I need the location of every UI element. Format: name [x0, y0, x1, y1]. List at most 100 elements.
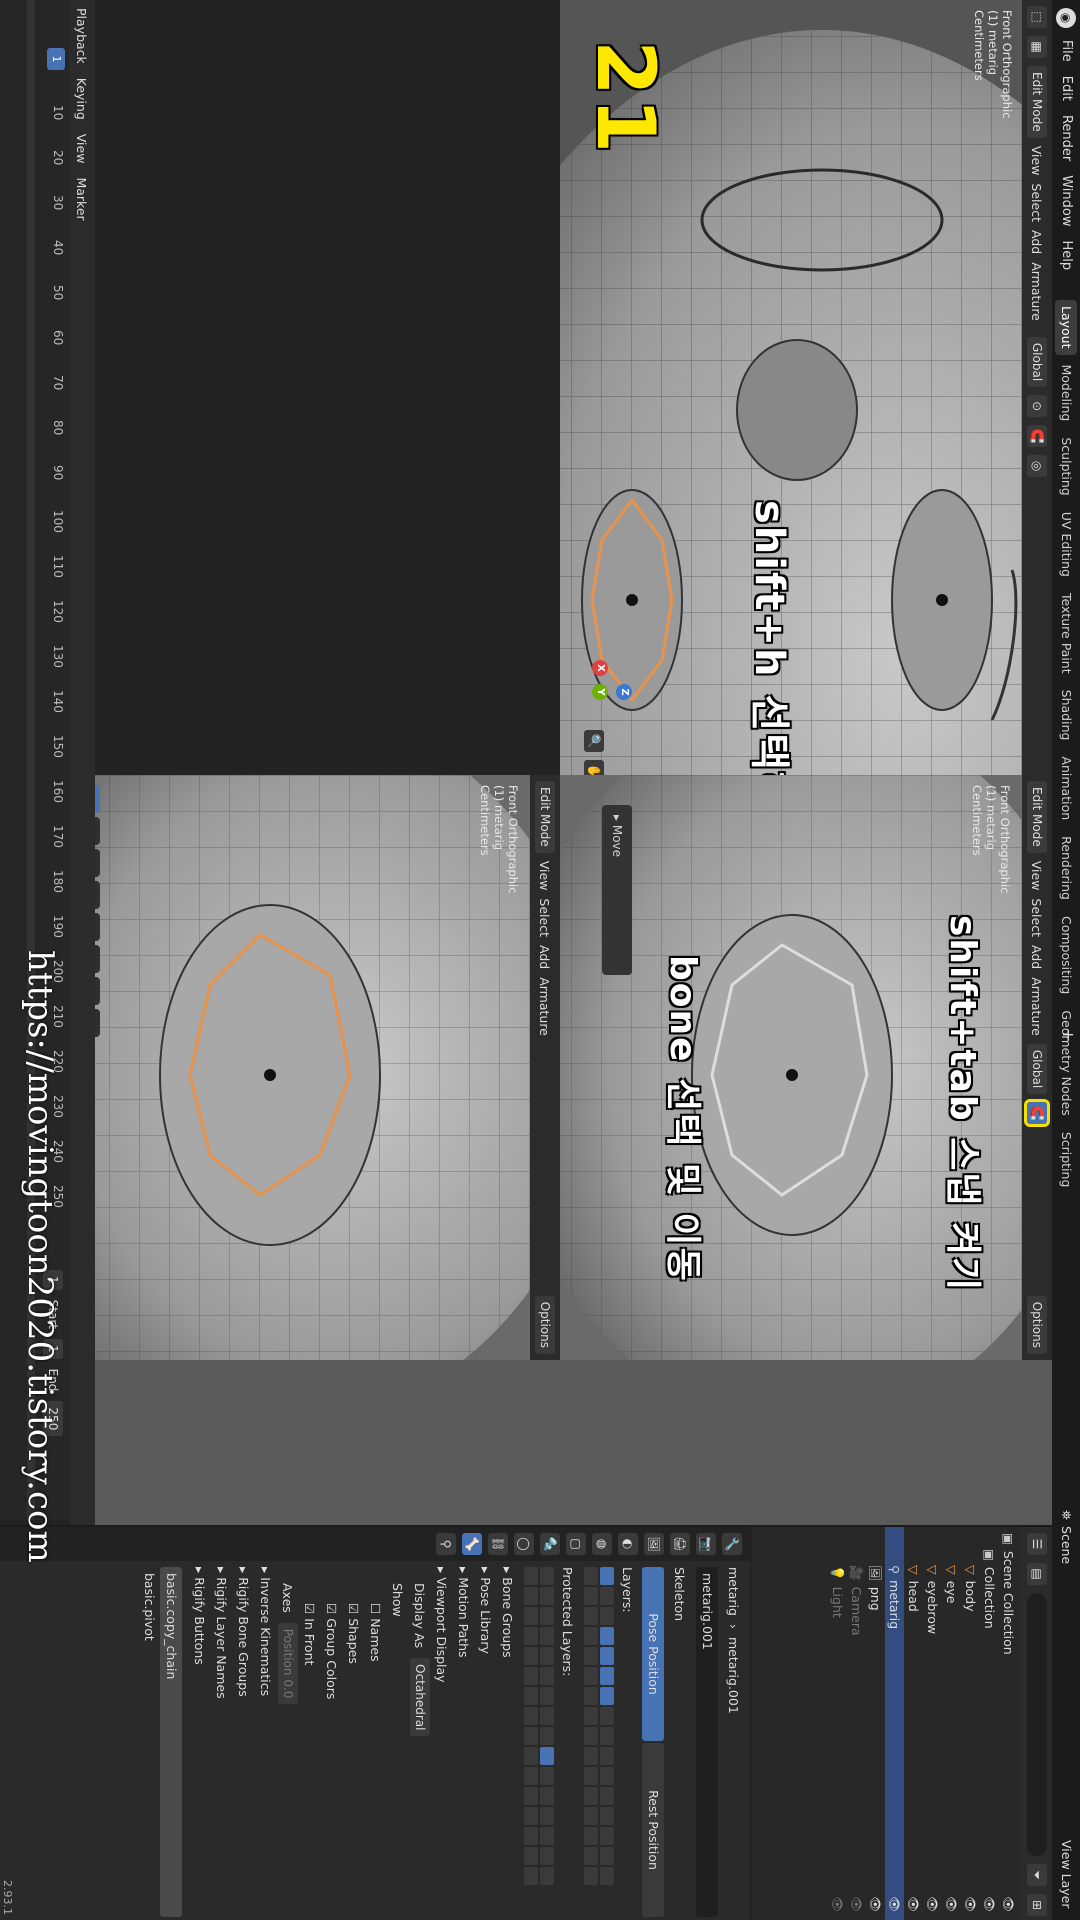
view-layer-tab-icon[interactable]: 🖼: [644, 1533, 664, 1555]
tab-texture-paint[interactable]: Texture Paint: [1055, 587, 1077, 680]
tab-animation[interactable]: Animation: [1055, 750, 1077, 826]
mode-dropdown-3[interactable]: Edit Mode: [1027, 781, 1047, 853]
viewport-bottom-right[interactable]: Edit Mode View Select Add Armature Globa…: [560, 775, 1052, 1360]
world-tab-icon[interactable]: ◍: [592, 1533, 612, 1555]
layer-toggle[interactable]: [524, 1847, 538, 1865]
section-pose-library[interactable]: ▸ Pose Library: [474, 1567, 496, 1917]
layer-toggle[interactable]: [600, 1587, 614, 1605]
select-menu-2[interactable]: Select: [538, 898, 553, 937]
layer-toggle[interactable]: [524, 1727, 538, 1745]
layer-toggle[interactable]: [584, 1787, 598, 1805]
layer-toggle[interactable]: [600, 1827, 614, 1845]
select-menu-3[interactable]: Select: [1030, 898, 1045, 937]
layer-toggle[interactable]: [584, 1707, 598, 1725]
tool-tab-icon[interactable]: 🔧: [722, 1533, 742, 1555]
position-field[interactable]: Position 0.0: [278, 1622, 298, 1705]
menu-help[interactable]: Help: [1052, 241, 1080, 271]
mode-dropdown-2[interactable]: Edit Mode: [535, 781, 555, 853]
layer-toggle[interactable]: [600, 1607, 614, 1625]
layer-toggle[interactable]: [600, 1767, 614, 1785]
filter-icon[interactable]: ⏷: [1027, 1864, 1047, 1886]
layer-toggle[interactable]: [540, 1787, 554, 1805]
layer-toggle[interactable]: [540, 1647, 554, 1665]
layer-toggle[interactable]: [524, 1707, 538, 1725]
options-dropdown-2[interactable]: Options: [535, 1295, 555, 1354]
display-as-dropdown[interactable]: Octahedral: [410, 1658, 430, 1737]
blender-logo-icon[interactable]: ◉: [1056, 8, 1076, 28]
visibility-eye-icon[interactable]: 👁: [847, 1896, 866, 1912]
outliner-editor-icon[interactable]: ☰: [1027, 1533, 1047, 1555]
layer-toggle[interactable]: [600, 1627, 614, 1645]
view-layer-label[interactable]: View Layer: [1056, 1840, 1076, 1909]
layer-toggle[interactable]: [540, 1807, 554, 1825]
add-menu[interactable]: Add: [1030, 230, 1045, 254]
layer-toggle[interactable]: [584, 1827, 598, 1845]
tab-sculpting[interactable]: Sculpting: [1055, 431, 1077, 501]
add-menu-2[interactable]: Add: [538, 945, 553, 969]
rig-type-field[interactable]: basic.copy_chain: [160, 1567, 182, 1917]
view-menu[interactable]: View: [1030, 146, 1045, 176]
layer-toggle[interactable]: [540, 1587, 554, 1605]
armature-name-field[interactable]: metarig.001: [696, 1567, 718, 1917]
layer-toggle[interactable]: [584, 1567, 598, 1585]
timeline-menu-marker[interactable]: Marker: [75, 177, 90, 220]
add-workspace-icon[interactable]: +: [1056, 1028, 1078, 1050]
visibility-eye-icon[interactable]: 👁: [828, 1896, 847, 1912]
display-mode-icon[interactable]: ▤: [1027, 1563, 1047, 1585]
render-tab-icon[interactable]: 📷: [696, 1533, 716, 1555]
snap-toggle-icon[interactable]: 🧲: [1024, 1098, 1050, 1128]
outliner-item-light[interactable]: 💡 Light 👁: [828, 1527, 847, 1920]
snap-icon[interactable]: 🧲: [1027, 425, 1047, 448]
orientation-dropdown[interactable]: Global: [1027, 336, 1047, 388]
armature-data-tab-icon[interactable]: 🦴: [462, 1533, 482, 1555]
layer-toggle[interactable]: [584, 1867, 598, 1885]
orientation-dropdown-3[interactable]: Global: [1027, 1043, 1047, 1095]
proportional-icon[interactable]: ◎: [1027, 455, 1047, 478]
visibility-eye-icon[interactable]: 👁: [923, 1896, 942, 1912]
layer-toggle[interactable]: [540, 1827, 554, 1845]
tab-geometry-nodes[interactable]: Geometry Nodes: [1055, 1004, 1077, 1121]
layer-toggle[interactable]: [540, 1607, 554, 1625]
menu-edit[interactable]: Edit: [1052, 76, 1080, 101]
timeline-menu-playback[interactable]: Playback: [75, 8, 90, 64]
menu-file[interactable]: File: [1052, 40, 1080, 62]
mode-dropdown[interactable]: Edit Mode: [1027, 66, 1047, 138]
tab-scripting[interactable]: Scripting: [1055, 1126, 1077, 1194]
section-rigify-bone-groups[interactable]: ▸ Rigify Bone Groups: [232, 1567, 254, 1917]
layer-toggle[interactable]: [600, 1707, 614, 1725]
skeleton-section[interactable]: Skeleton: [668, 1567, 690, 1917]
layer-toggle[interactable]: [524, 1747, 538, 1765]
layer-toggle[interactable]: [524, 1627, 538, 1645]
outliner-item-metarig[interactable]: ⚲ metarig 👁: [885, 1527, 904, 1920]
armature-menu[interactable]: Armature: [1030, 262, 1045, 321]
layer-toggle[interactable]: [540, 1867, 554, 1885]
layer-toggle[interactable]: [540, 1667, 554, 1685]
pose-position-button[interactable]: Pose Position: [642, 1567, 664, 1741]
outliner-item-eye[interactable]: ▽ eye 👁: [942, 1527, 961, 1920]
layer-toggle[interactable]: [584, 1687, 598, 1705]
layer-toggle[interactable]: [540, 1847, 554, 1865]
armature-menu-3[interactable]: Armature: [1030, 977, 1045, 1036]
layer-toggle[interactable]: [600, 1787, 614, 1805]
tab-shading[interactable]: Shading: [1055, 684, 1077, 747]
modifier-tab-icon[interactable]: 🔩: [540, 1533, 560, 1555]
zoom-icon[interactable]: 🔍: [584, 730, 604, 752]
layer-toggle[interactable]: [524, 1647, 538, 1665]
outliner-item-scene-collection[interactable]: ▣ Scene Collection 👁: [999, 1527, 1018, 1920]
timeline-menu-keying[interactable]: Keying: [75, 78, 90, 120]
layer-toggle[interactable]: [524, 1667, 538, 1685]
section-motion-paths[interactable]: ▸ Motion Paths: [452, 1567, 474, 1917]
layer-toggle[interactable]: [584, 1647, 598, 1665]
tab-layout[interactable]: Layout: [1055, 300, 1077, 355]
layer-toggle[interactable]: [600, 1847, 614, 1865]
scene-selector[interactable]: ⛯ Scene: [1056, 1510, 1076, 1564]
layer-toggle[interactable]: [600, 1727, 614, 1745]
output-tab-icon[interactable]: 🖨: [670, 1533, 690, 1555]
timeline-menu-view[interactable]: View: [75, 134, 90, 164]
layer-toggle[interactable]: [540, 1707, 554, 1725]
select-menu[interactable]: Select: [1030, 183, 1045, 222]
layer-toggle[interactable]: [524, 1807, 538, 1825]
section-bone-groups[interactable]: ▸ Bone Groups: [496, 1567, 518, 1917]
tab-modeling[interactable]: Modeling: [1055, 359, 1077, 428]
section-rigify-buttons[interactable]: ▸ Rigify Buttons: [188, 1567, 210, 1917]
